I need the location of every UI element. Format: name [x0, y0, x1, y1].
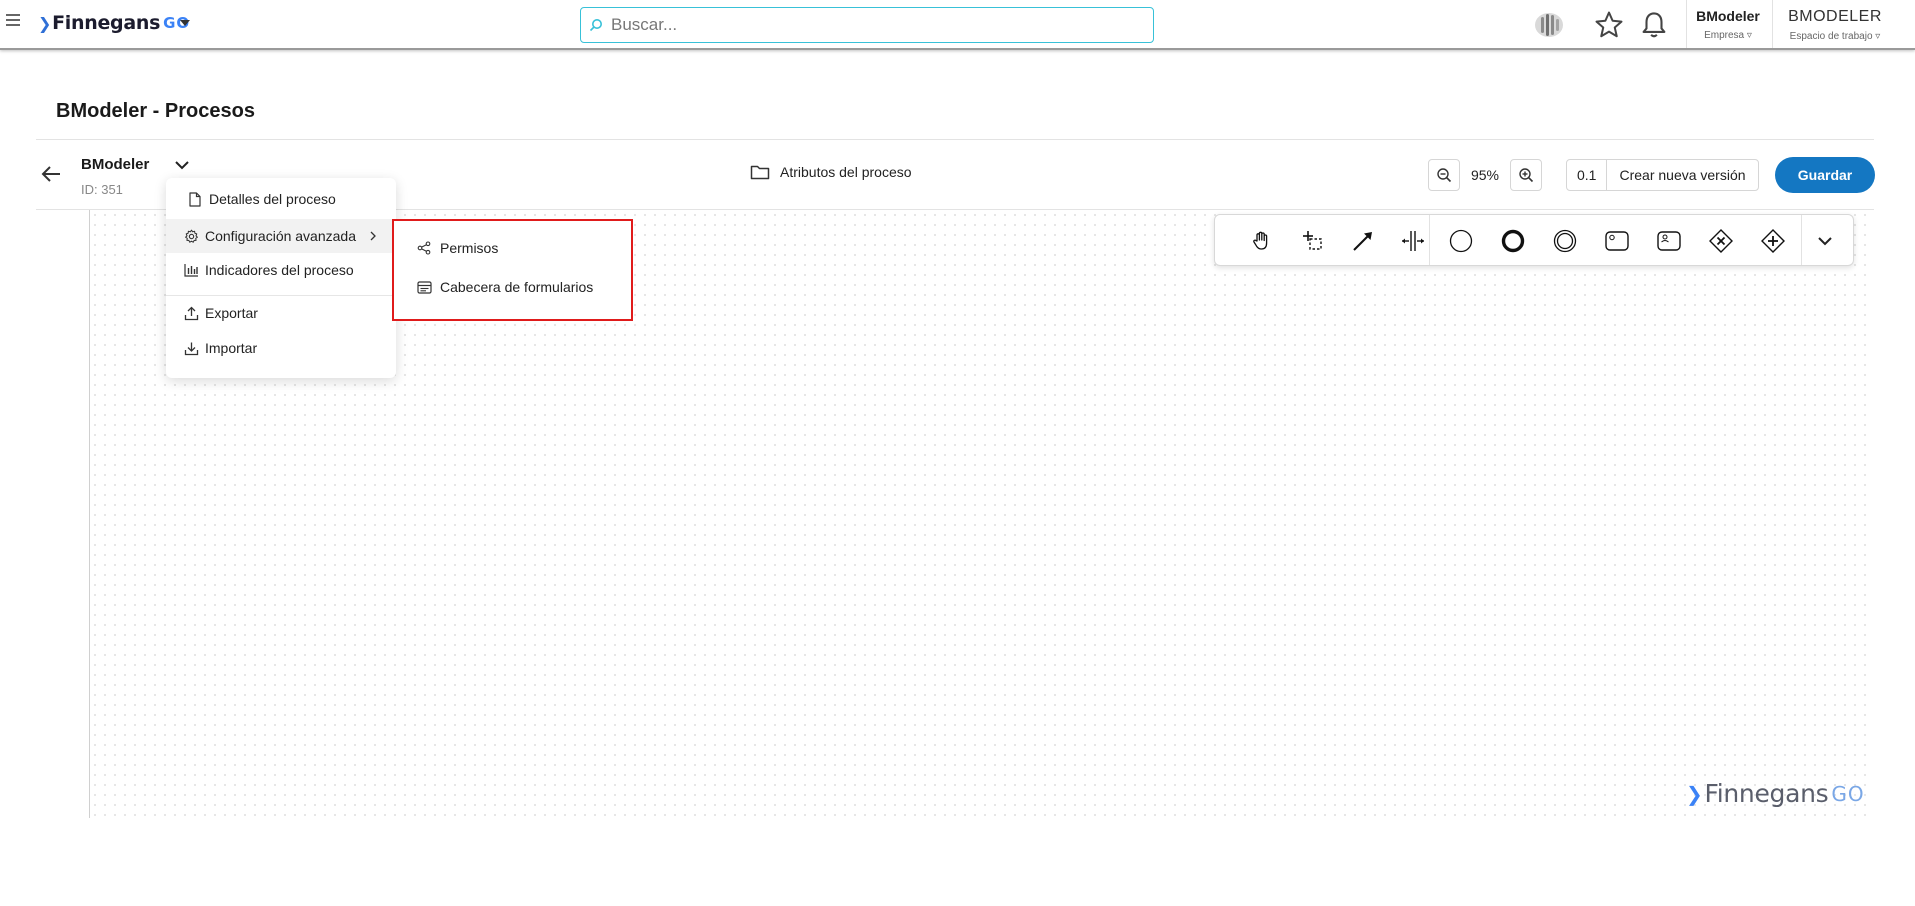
- more-chevron-icon[interactable]: [1811, 227, 1839, 255]
- watermark-text: Finnegans: [1704, 779, 1829, 808]
- submenu-chevron-right-icon: [370, 231, 376, 241]
- process-id: ID: 351: [81, 182, 123, 197]
- create-new-version-button[interactable]: Crear nueva versión: [1607, 160, 1757, 190]
- file-icon: [187, 191, 203, 207]
- hand-tool-icon[interactable]: [1247, 227, 1275, 255]
- connect-arrow-icon[interactable]: [1349, 227, 1377, 255]
- menu-item-process-details[interactable]: Detalles del proceso: [166, 182, 396, 216]
- top-bar: ❯ Finnegans GO BModeler Empresa ▿ BMODEL…: [0, 0, 1915, 50]
- logo-chevron-icon: ❯: [38, 13, 52, 33]
- company-caret-icon: ▿: [1746, 30, 1752, 41]
- process-attributes-label: Atributos del proceso: [780, 164, 912, 180]
- search-icon: [589, 19, 602, 32]
- menu-item-import[interactable]: Importar: [166, 331, 396, 365]
- process-attributes-button[interactable]: Atributos del proceso: [750, 164, 912, 180]
- element-palette: [1214, 214, 1854, 266]
- export-icon: [183, 305, 199, 321]
- global-search[interactable]: [580, 7, 1154, 43]
- advanced-config-submenu: Permisos Cabecera de formularios: [392, 219, 633, 321]
- app-switcher-caret-icon[interactable]: [180, 20, 190, 26]
- header-divider: [1686, 0, 1687, 48]
- zoom-out-icon: [1437, 168, 1452, 183]
- zoom-out-button[interactable]: [1428, 159, 1460, 191]
- workspace-name: BMODELER: [1788, 8, 1882, 25]
- menu-item-label: Detalles del proceso: [209, 191, 336, 207]
- company-label: Empresa ▿: [1704, 30, 1752, 41]
- favorites-star-icon[interactable]: [1594, 10, 1624, 40]
- workspace-label: Espacio de trabajo ▿: [1789, 31, 1881, 42]
- company-selector[interactable]: BModeler Empresa ▿: [1690, 8, 1766, 41]
- zoom-in-button[interactable]: [1510, 159, 1542, 191]
- search-input[interactable]: [609, 14, 1129, 36]
- page-title: BModeler - Procesos: [56, 100, 255, 122]
- process-options-menu: Detalles del proceso Configuración avanz…: [166, 178, 396, 378]
- start-event-icon[interactable]: [1447, 227, 1475, 255]
- version-group: 0.1 Crear nueva versión: [1566, 159, 1759, 191]
- submenu-item-form-header[interactable]: Cabecera de formularios: [394, 271, 631, 303]
- zoom-level: 95%: [1470, 167, 1500, 183]
- workspace-selector[interactable]: BMODELER Espacio de trabajo ▿: [1780, 8, 1890, 42]
- menu-item-process-indicators[interactable]: Indicadores del proceso: [166, 253, 396, 287]
- import-icon: [183, 340, 199, 356]
- menu-item-label: Configuración avanzada: [205, 228, 356, 244]
- back-arrow-icon[interactable]: [40, 164, 62, 184]
- process-name: BModeler: [81, 156, 150, 173]
- notifications-bell-icon[interactable]: [1640, 10, 1668, 40]
- user-task-icon[interactable]: [1655, 227, 1683, 255]
- logo-text: Finnegans: [52, 12, 161, 34]
- parallel-gateway-icon[interactable]: [1759, 227, 1787, 255]
- header-separator: [36, 139, 1874, 140]
- company-name: BModeler: [1696, 8, 1760, 24]
- version-number: 0.1: [1567, 160, 1608, 190]
- watermark-logo: ❯ Finnegans GO: [1686, 779, 1865, 808]
- app-logo[interactable]: ❯ Finnegans GO: [38, 12, 190, 34]
- header-divider: [1772, 0, 1773, 48]
- zoom-in-icon: [1519, 168, 1534, 183]
- lasso-tool-icon[interactable]: [1299, 227, 1327, 255]
- bar-chart-icon: [183, 262, 199, 278]
- share-icon: [416, 240, 432, 256]
- palette-separator: [1429, 215, 1430, 265]
- exclusive-gateway-icon[interactable]: [1707, 227, 1735, 255]
- watermark-suffix: GO: [1831, 781, 1865, 806]
- folder-icon: [750, 165, 770, 180]
- workspace-caret-icon: ▿: [1875, 31, 1881, 42]
- watermark-chevron-icon: ❯: [1686, 781, 1703, 806]
- end-event-icon[interactable]: [1499, 227, 1527, 255]
- task-icon[interactable]: [1603, 227, 1631, 255]
- submenu-item-label: Cabecera de formularios: [440, 279, 594, 295]
- submenu-item-label: Permisos: [440, 240, 499, 256]
- submenu-item-permissions[interactable]: Permisos: [394, 232, 631, 264]
- process-menu-chevron-icon[interactable]: [173, 158, 191, 172]
- hamburger-menu-icon[interactable]: [6, 14, 20, 28]
- menu-item-label: Importar: [205, 340, 258, 356]
- space-tool-icon[interactable]: [1399, 227, 1427, 255]
- form-header-icon: [416, 279, 432, 295]
- intermediate-event-icon[interactable]: [1551, 227, 1579, 255]
- gear-icon: [183, 228, 199, 244]
- palette-separator: [1801, 215, 1802, 265]
- menu-item-label: Exportar: [205, 305, 258, 321]
- menu-item-advanced-config[interactable]: Configuración avanzada: [166, 219, 396, 253]
- menu-item-export[interactable]: Exportar: [166, 296, 396, 330]
- menu-item-label: Indicadores del proceso: [205, 262, 354, 278]
- assistant-icon[interactable]: [1533, 10, 1565, 40]
- save-button[interactable]: Guardar: [1775, 157, 1875, 193]
